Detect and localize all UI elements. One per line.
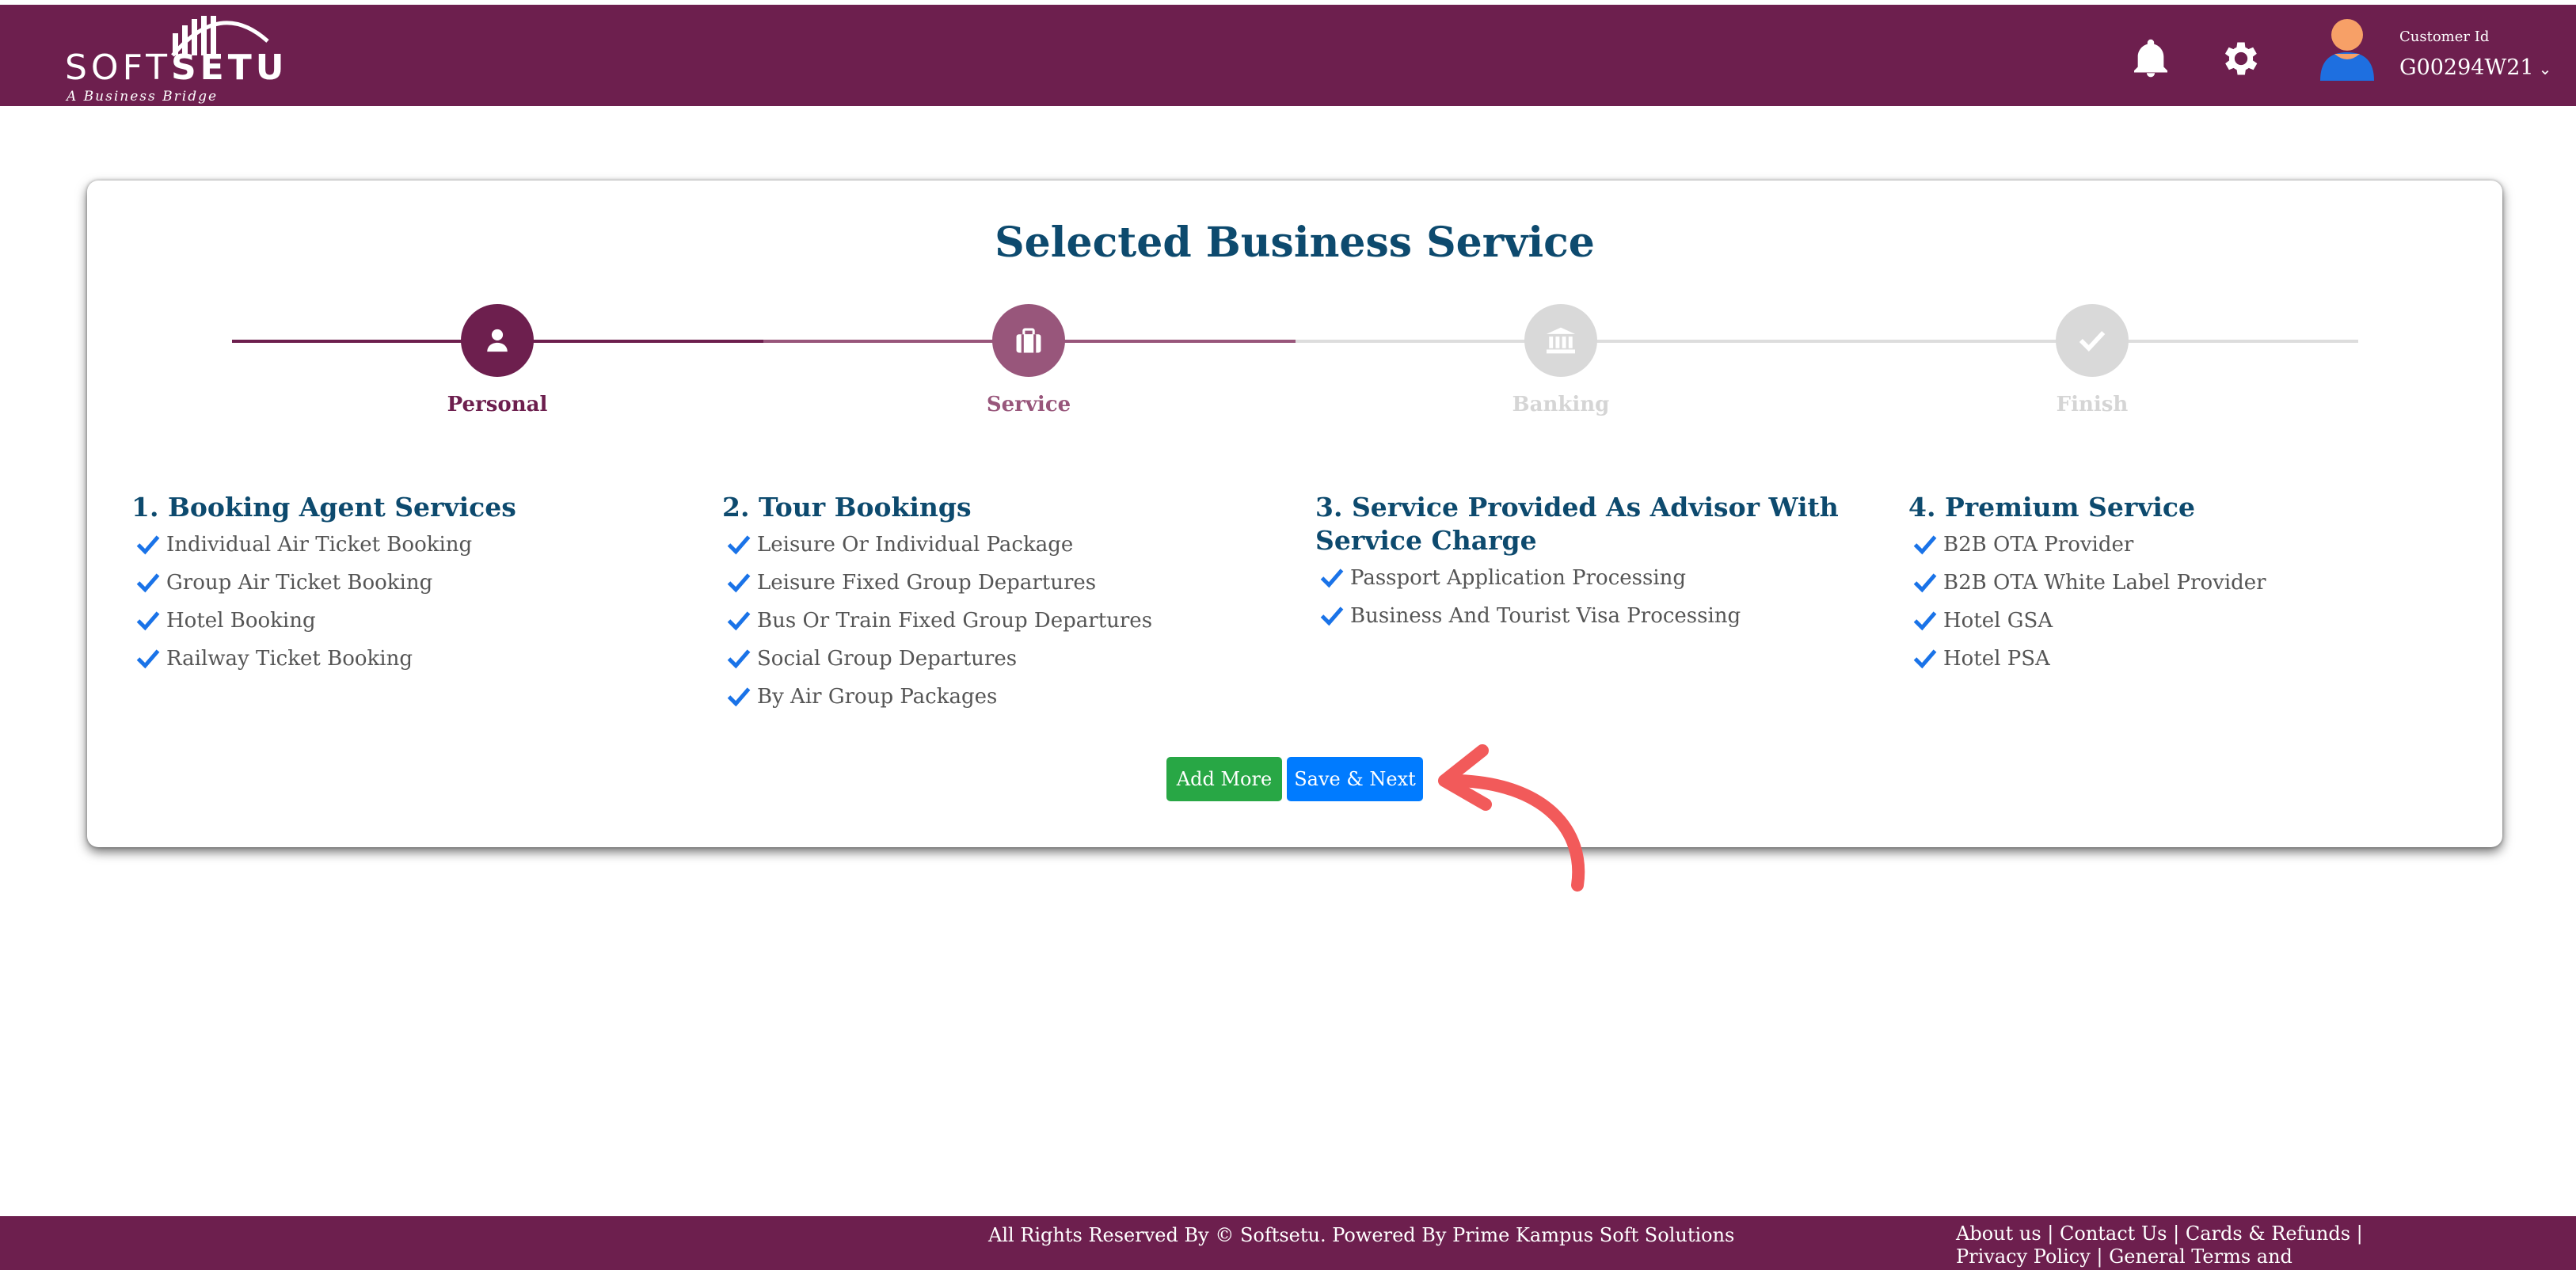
step-service[interactable]: Service: [910, 304, 1147, 416]
softsetu-logo[interactable]: SOFTSETU A Business Bridge: [65, 10, 284, 108]
service-group-booking-agent: 1. Booking Agent Services Individual Air…: [131, 491, 686, 678]
service-item[interactable]: By Air Group Packages: [722, 678, 1277, 716]
checkmark-icon: [727, 611, 751, 631]
footer-link-cards-refunds[interactable]: Cards & Refunds: [2186, 1222, 2350, 1245]
footer-link-about[interactable]: About us: [1956, 1222, 2041, 1245]
service-item[interactable]: B2B OTA Provider: [1908, 526, 2463, 564]
service-selection-card: Selected Business Service Personal Servi…: [87, 181, 2502, 847]
step-finish[interactable]: Finish: [1973, 304, 2211, 416]
page-title: Selected Business Service: [995, 219, 1595, 267]
service-item[interactable]: Hotel GSA: [1908, 602, 2463, 640]
checkmark-icon: [1913, 535, 1937, 555]
service-item[interactable]: Group Air Ticket Booking: [131, 564, 686, 602]
step-label: Personal: [447, 393, 548, 416]
checkmark-icon: [136, 611, 160, 631]
checkmark-icon: [1913, 573, 1937, 593]
checkmark-icon: [136, 535, 160, 555]
checkmark-icon: [1320, 568, 1344, 588]
service-item[interactable]: Hotel PSA: [1908, 640, 2463, 678]
logo-wordmark: SOFTSETU: [65, 48, 288, 88]
checkmark-icon: [1320, 606, 1344, 626]
checkmark-icon: [727, 687, 751, 707]
service-item[interactable]: Individual Air Ticket Booking: [131, 526, 686, 564]
avatar-icon[interactable]: [2317, 17, 2377, 82]
service-item[interactable]: Hotel Booking: [131, 602, 686, 640]
step-personal[interactable]: Personal: [379, 304, 616, 416]
step-label: Service: [986, 393, 1071, 416]
checkmark-icon: [136, 573, 160, 593]
save-next-button[interactable]: Save & Next: [1287, 757, 1423, 801]
customer-id-label: Customer Id: [2399, 29, 2490, 45]
service-group-advisor: 3. Service Provided As Advisor With Serv…: [1315, 491, 1854, 635]
annotation-arrow-icon: [1438, 744, 1585, 892]
chevron-down-icon: ⌄: [2538, 59, 2552, 78]
service-item[interactable]: Railway Ticket Booking: [131, 640, 686, 678]
customer-id-dropdown[interactable]: G00294W21 ⌄: [2399, 55, 2551, 80]
service-group-tour-bookings: 2. Tour Bookings Leisure Or Individual P…: [722, 491, 1277, 716]
service-item[interactable]: Passport Application Processing: [1315, 559, 1854, 597]
checkmark-icon: [1913, 649, 1937, 669]
service-group-heading: 1. Booking Agent Services: [131, 492, 516, 523]
step-label: Finish: [2056, 393, 2129, 416]
service-group-heading: 3. Service Provided As Advisor With Serv…: [1315, 492, 1839, 556]
gear-icon[interactable]: [2219, 36, 2263, 81]
service-item[interactable]: B2B OTA White Label Provider: [1908, 564, 2463, 602]
footer-links: About us | Contact Us | Cards & Refunds …: [1956, 1222, 2384, 1270]
bank-icon: [1524, 304, 1597, 377]
service-item[interactable]: Social Group Departures: [722, 640, 1277, 678]
service-item[interactable]: Leisure Or Individual Package: [722, 526, 1277, 564]
step-banking[interactable]: Banking: [1442, 304, 1680, 416]
service-item[interactable]: Bus Or Train Fixed Group Departures: [722, 602, 1277, 640]
customer-id-value: G00294W21: [2399, 55, 2534, 80]
footer-copyright: All Rights Reserved By © Softsetu. Power…: [988, 1224, 1735, 1246]
checkmark-icon: [727, 573, 751, 593]
service-group-heading: 2. Tour Bookings: [722, 492, 972, 523]
page-footer: All Rights Reserved By © Softsetu. Power…: [0, 1216, 2576, 1270]
service-group-premium: 4. Premium Service B2B OTA Provider B2B …: [1908, 491, 2463, 678]
service-item[interactable]: Business And Tourist Visa Processing: [1315, 597, 1854, 635]
checkmark-icon: [727, 649, 751, 669]
add-more-button[interactable]: Add More: [1166, 757, 1282, 801]
footer-link-contact[interactable]: Contact Us: [2060, 1222, 2167, 1245]
check-icon: [2056, 304, 2129, 377]
checkmark-icon: [1913, 611, 1937, 631]
briefcase-icon: [992, 304, 1065, 377]
footer-link-privacy[interactable]: Privacy Policy: [1956, 1245, 2091, 1268]
checkmark-icon: [727, 535, 751, 555]
service-group-heading: 4. Premium Service: [1908, 492, 2196, 523]
step-label: Banking: [1512, 393, 1610, 416]
bell-icon[interactable]: [2129, 36, 2173, 81]
top-header: SOFTSETU A Business Bridge Customer Id G…: [0, 0, 2576, 106]
user-icon: [461, 304, 534, 377]
checkmark-icon: [136, 649, 160, 669]
service-item[interactable]: Leisure Fixed Group Departures: [722, 564, 1277, 602]
logo-tagline: A Business Bridge: [67, 89, 219, 105]
